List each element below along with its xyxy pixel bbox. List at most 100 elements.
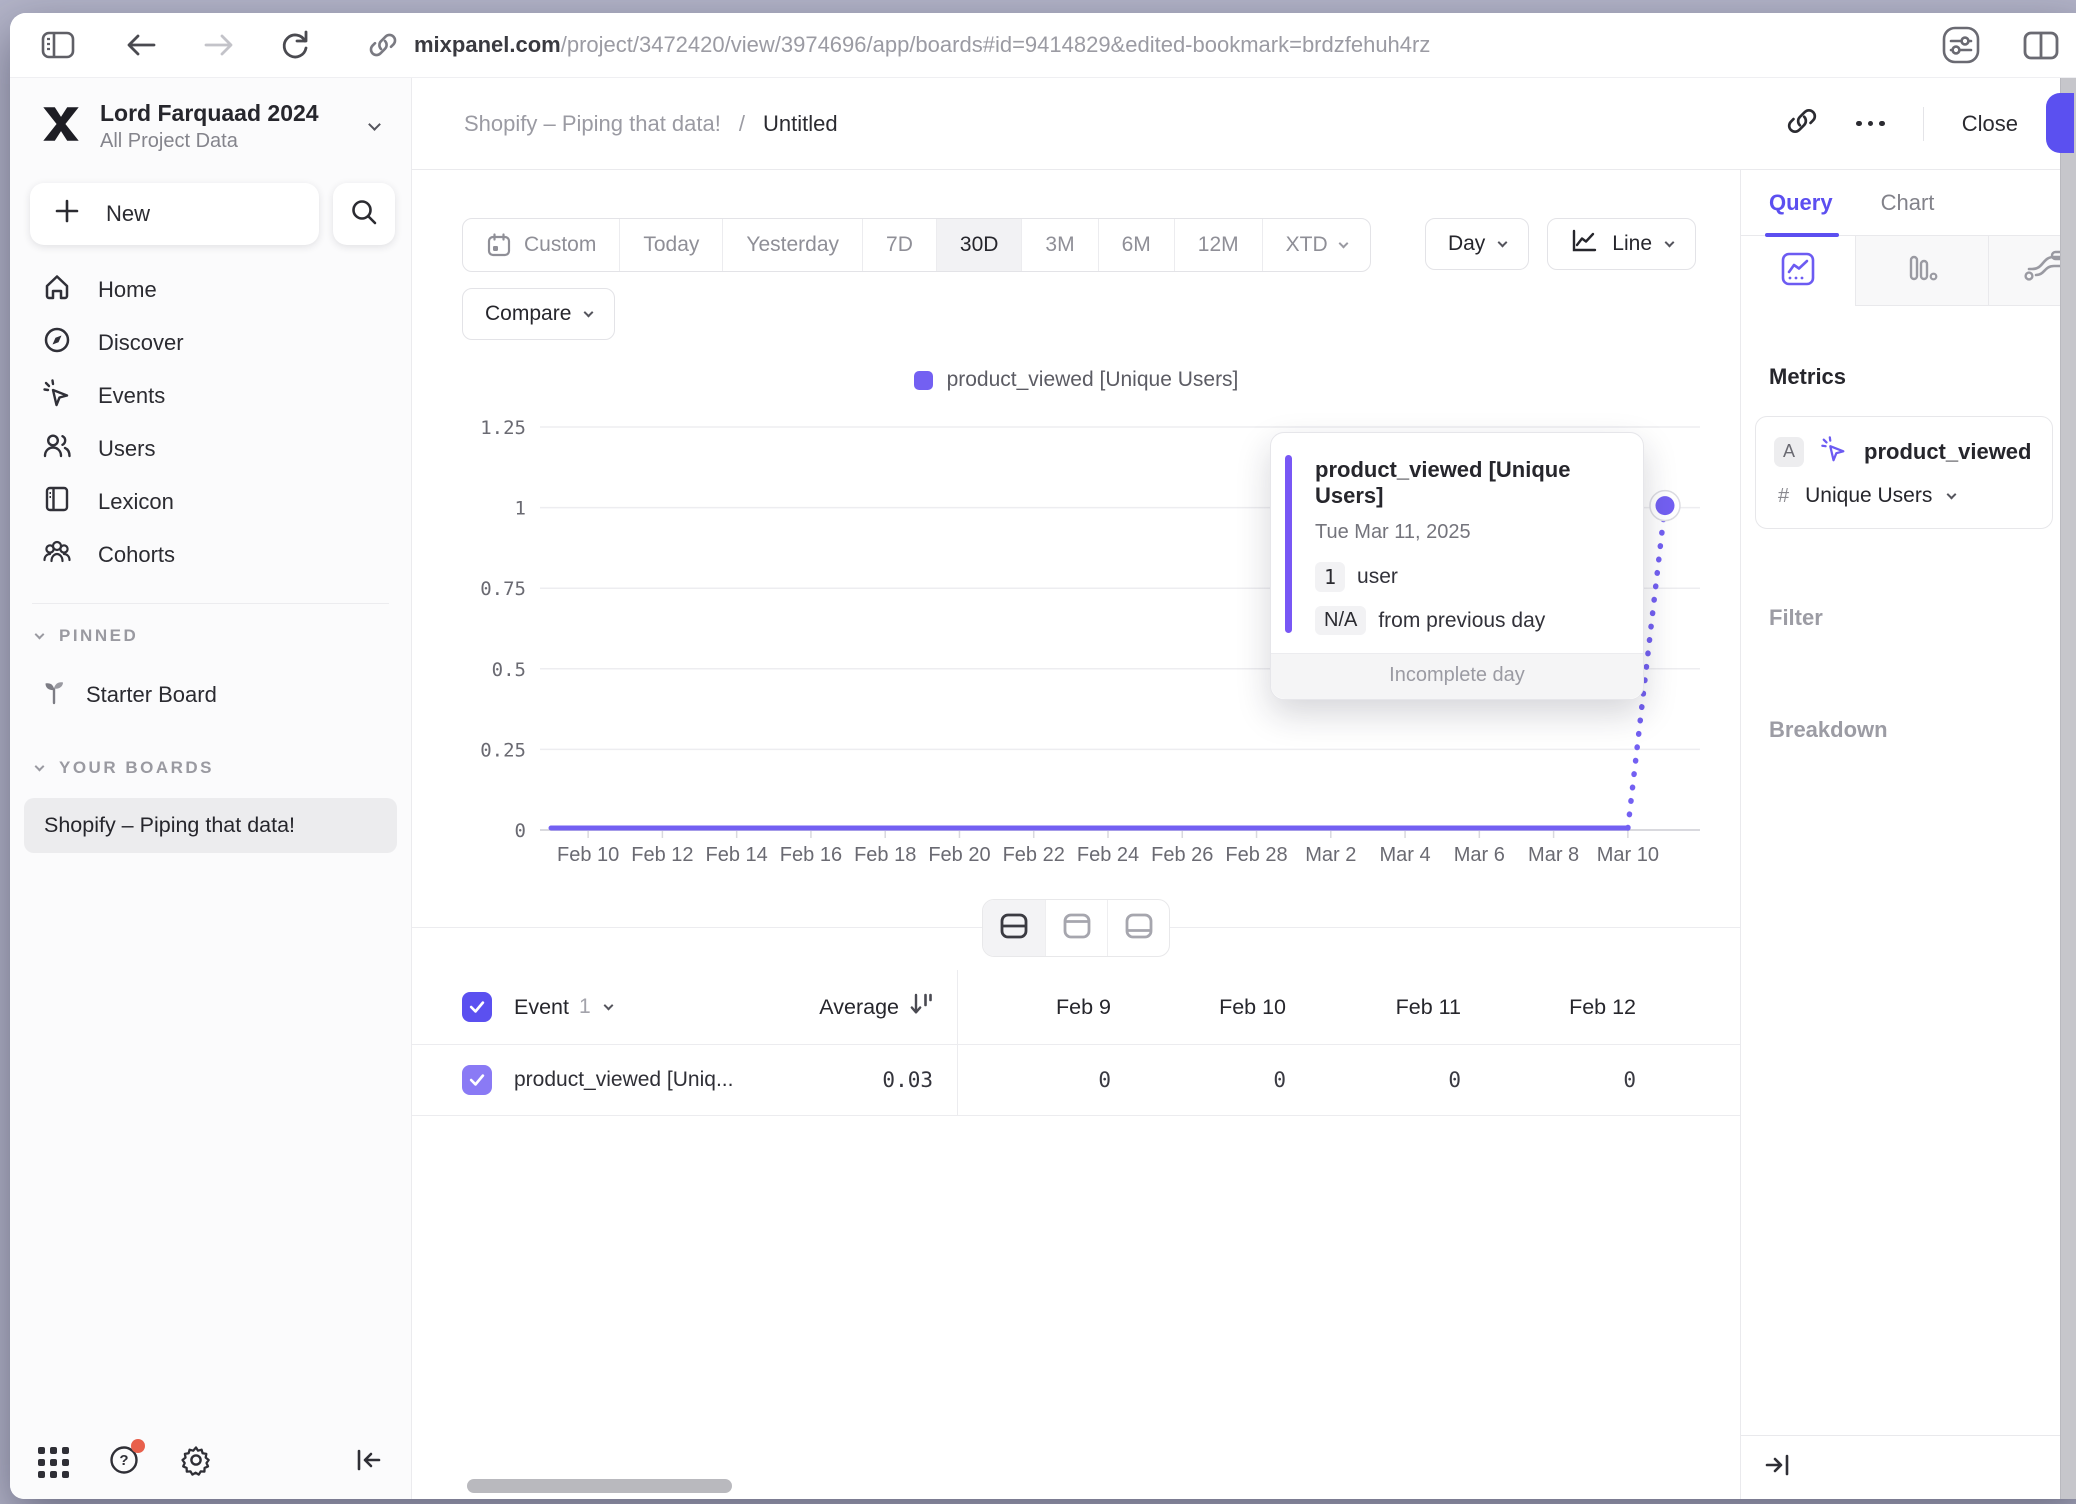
event-column-header[interactable]: Event <box>514 995 569 1020</box>
query-panel-footer <box>1741 1435 2060 1499</box>
day-column-header: Feb 12 <box>1483 970 1658 1044</box>
url-bar[interactable]: mixpanel.com/project/3472420/view/397469… <box>414 32 1430 58</box>
tab-query[interactable]: Query <box>1769 190 1833 235</box>
event-count: 1 <box>579 995 591 1019</box>
sidebar-item-cohorts[interactable]: Cohorts <box>10 528 411 581</box>
chevron-down-icon <box>1498 237 1508 247</box>
metric-card[interactable]: A product_viewed # Unique Users <box>1755 416 2053 529</box>
range-3m[interactable]: 3M <box>1021 219 1097 271</box>
compare-button[interactable]: Compare <box>462 288 615 340</box>
settings-gear-icon[interactable] <box>179 1443 213 1482</box>
day-column-header: Feb 11 <box>1308 970 1483 1044</box>
granularity-button[interactable]: Day <box>1425 218 1529 270</box>
table-day-headers: Feb 9Feb 10Feb 11Feb 12 <box>958 970 1658 1044</box>
sort-descending-icon <box>909 991 933 1023</box>
search-button[interactable] <box>333 183 395 245</box>
sidebar-item-label: Users <box>98 436 155 462</box>
split-view-icon[interactable] <box>2022 29 2060 61</box>
svg-text:Feb 18: Feb 18 <box>854 844 916 866</box>
collapse-panel-icon[interactable] <box>1763 1450 1793 1485</box>
horizontal-scrollbar[interactable] <box>467 1479 732 1493</box>
range-today[interactable]: Today <box>619 219 722 271</box>
sidebar-item-discover[interactable]: Discover <box>10 316 411 369</box>
chevron-down-icon <box>584 307 594 317</box>
insights-report-tab[interactable] <box>1741 236 1856 306</box>
event-spark-icon <box>1820 435 1848 468</box>
funnels-report-tab[interactable] <box>1988 236 2060 306</box>
browser-sidebar-toggle-icon[interactable] <box>40 28 76 62</box>
svg-text:Feb 10: Feb 10 <box>557 844 619 866</box>
sidebar-item-starter-board[interactable]: Starter Board <box>40 678 411 712</box>
reload-icon[interactable] <box>278 28 312 62</box>
svg-text:Feb 16: Feb 16 <box>780 844 842 866</box>
sidebar-item-lexicon[interactable]: Lexicon <box>10 475 411 528</box>
chevron-down-icon <box>1338 238 1348 248</box>
project-switcher[interactable]: Lord Farquaad 2024 All Project Data <box>38 100 393 153</box>
sidebar-item-users[interactable]: Users <box>10 422 411 475</box>
tooltip-series-bar <box>1285 455 1292 633</box>
project-subtitle: All Project Data <box>100 130 354 153</box>
svg-text:Mar 8: Mar 8 <box>1528 844 1579 866</box>
table-row[interactable]: product_viewed [Uniq... 0.03 0000 <box>412 1044 1740 1116</box>
chart-only-layout-button[interactable] <box>1045 900 1107 956</box>
report-content: CustomTodayYesterday7D30D3M6M12MXTD Day … <box>412 170 1740 1499</box>
metric-measure[interactable]: Unique Users <box>1805 484 1932 508</box>
chevron-down-icon <box>1665 237 1675 247</box>
svg-text:Feb 24: Feb 24 <box>1077 844 1139 866</box>
split-layout-button[interactable] <box>983 900 1045 956</box>
range-30d[interactable]: 30D <box>936 219 1022 271</box>
sidebar-item-events[interactable]: Events <box>10 369 411 422</box>
apps-grid-icon[interactable] <box>38 1447 69 1478</box>
your-boards-section-header[interactable]: YOUR BOARDS <box>36 758 411 778</box>
breadcrumb-report[interactable]: Untitled <box>763 111 838 137</box>
table-only-layout-button[interactable] <box>1107 900 1169 956</box>
day-column-header: Feb 10 <box>1133 970 1308 1044</box>
app-area: Lord Farquaad 2024 All Project Data New <box>10 78 2076 1499</box>
url-host: mixpanel.com <box>414 32 561 57</box>
save-button-partial[interactable] <box>2046 93 2074 153</box>
select-all-checkbox[interactable] <box>462 992 492 1022</box>
sidebar-item-active-board[interactable]: Shopify – Piping that data! <box>24 798 397 853</box>
tab-chart[interactable]: Chart <box>1881 190 1935 235</box>
range-12m[interactable]: 12M <box>1174 219 1262 271</box>
tooltip-delta: N/A <box>1315 606 1366 635</box>
chart-legend[interactable]: product_viewed [Unique Users] <box>412 368 1740 392</box>
pinned-header-label: PINNED <box>59 626 138 646</box>
range-yesterday[interactable]: Yesterday <box>722 219 862 271</box>
sidebar-item-home[interactable]: Home <box>10 263 411 316</box>
more-options-icon[interactable] <box>1856 121 1885 127</box>
range-custom[interactable]: Custom <box>463 219 619 271</box>
new-button-label: New <box>106 201 150 227</box>
svg-text:Feb 22: Feb 22 <box>1003 844 1065 866</box>
chart-type-button[interactable]: Line <box>1547 218 1696 270</box>
average-label: Average <box>819 995 899 1020</box>
row-checkbox[interactable] <box>462 1065 492 1095</box>
collapse-sidebar-icon[interactable] <box>353 1445 383 1480</box>
sidebar-item-label: Cohorts <box>98 542 175 568</box>
mixpanel-logo <box>38 103 84 150</box>
window-scrollbar-track[interactable] <box>2060 78 2076 1499</box>
plus-icon <box>54 198 80 230</box>
breakdown-header[interactable]: Breakdown <box>1769 717 2060 743</box>
copy-link-icon[interactable] <box>1786 105 1818 142</box>
lexicon-icon <box>42 484 72 520</box>
browser-settings-icon[interactable] <box>1940 24 1982 66</box>
range-6m[interactable]: 6M <box>1098 219 1174 271</box>
pinned-section-header[interactable]: PINNED <box>36 626 411 646</box>
forward-icon[interactable] <box>202 30 236 60</box>
average-sort-header[interactable]: Average <box>819 991 933 1023</box>
starter-board-label: Starter Board <box>86 682 217 708</box>
query-panel-tabs: Query Chart <box>1741 170 2060 236</box>
row-series-name: product_viewed [Uniq... <box>514 1068 733 1092</box>
sidebar: Lord Farquaad 2024 All Project Data New <box>10 78 412 1499</box>
range-xtd[interactable]: XTD <box>1262 219 1370 271</box>
new-button[interactable]: New <box>30 183 319 245</box>
breadcrumb-board[interactable]: Shopify – Piping that data! <box>464 111 721 137</box>
bar-report-tab[interactable] <box>1856 236 1988 306</box>
help-icon[interactable]: ? <box>107 1443 141 1482</box>
split-layout-icon <box>997 909 1031 948</box>
close-button[interactable]: Close <box>1962 111 2018 137</box>
back-icon[interactable] <box>124 30 158 60</box>
range-7d[interactable]: 7D <box>862 219 936 271</box>
filter-header[interactable]: Filter <box>1769 605 2060 631</box>
